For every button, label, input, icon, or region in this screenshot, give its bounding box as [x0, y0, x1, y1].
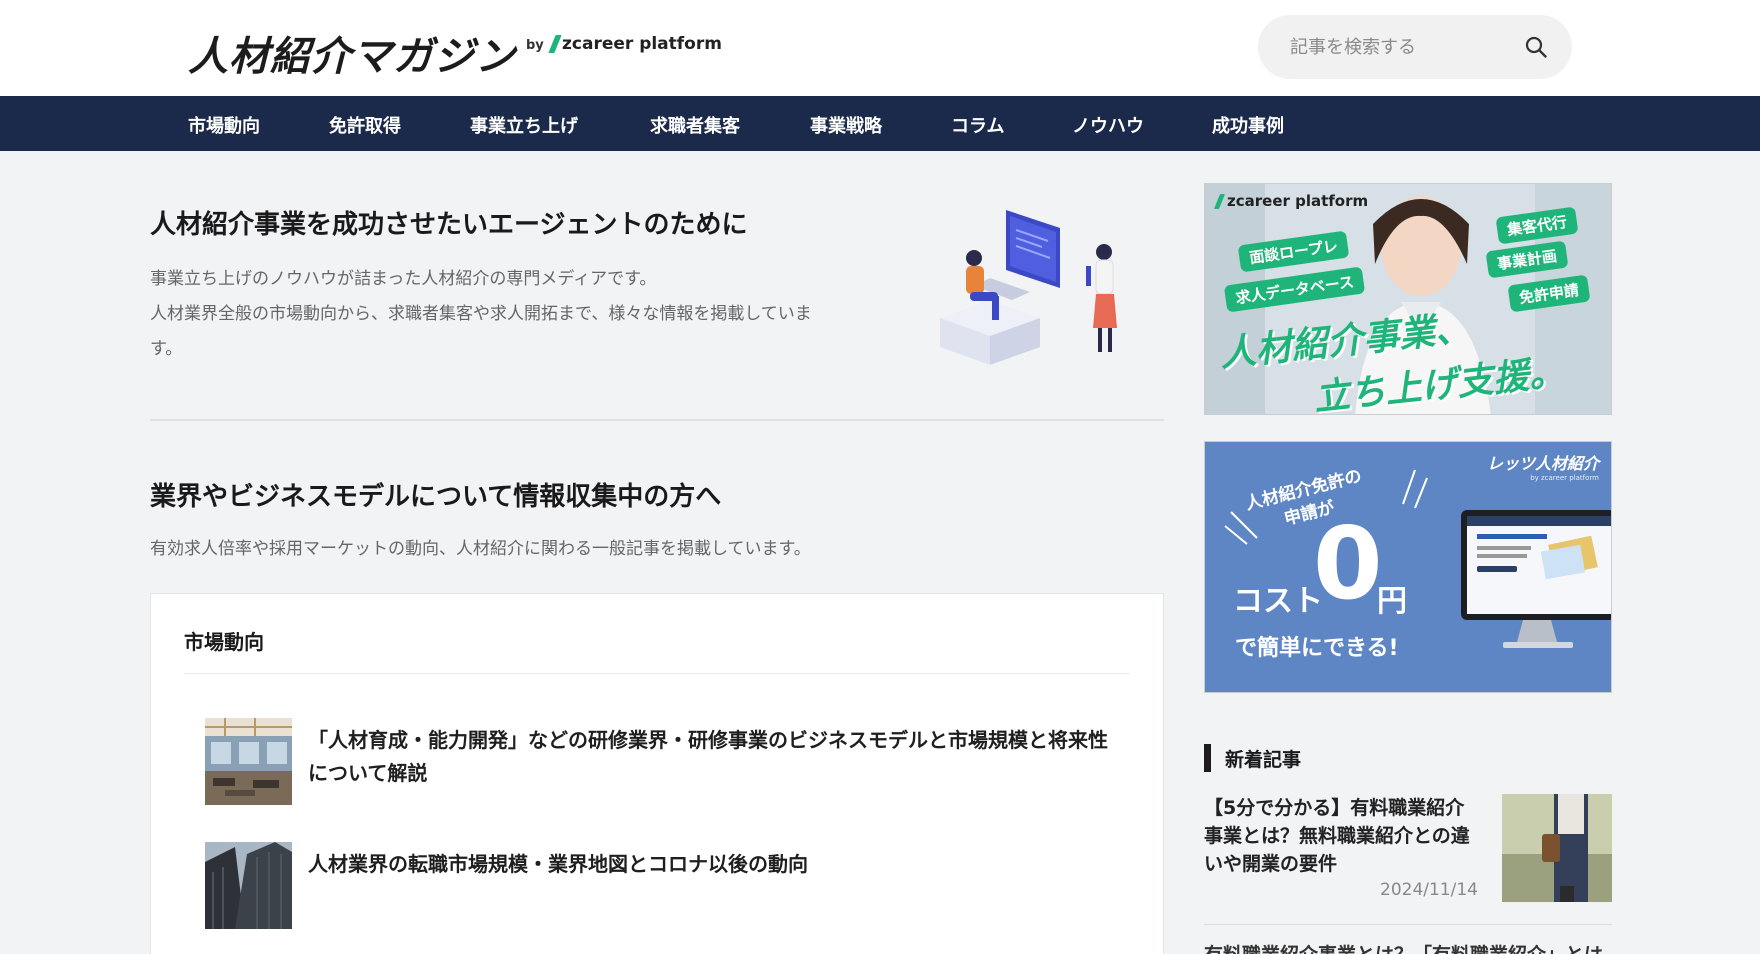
- card-divider: [184, 673, 1130, 674]
- section-description: 有効求人倍率や採用マーケットの動向、人材紹介に関わる一般記事を掲載しています。: [150, 539, 811, 559]
- slash-icon: [548, 35, 562, 53]
- hero-desc-line: す。: [150, 339, 183, 359]
- banner2-brand-text: レッツ人材紹介: [1486, 454, 1599, 473]
- new-articles-title: 新着記事: [1225, 748, 1302, 771]
- article-thumbnail: [205, 842, 292, 929]
- launch-support-banner[interactable]: zcareer platform 面談ロープレ 求人データベース 集客代行 事業…: [1204, 183, 1612, 415]
- article-title[interactable]: 「人材育成・能力開発」などの研修業界・研修事業のビジネスモデルと市場規模と将来性…: [308, 724, 1118, 790]
- heading-bar: [1204, 744, 1211, 772]
- monitor-icon: [1461, 510, 1611, 648]
- new-article-thumbnail: [1502, 794, 1612, 902]
- nav-item-success[interactable]: 成功事例: [1212, 112, 1284, 138]
- hero-description: 事業立ち上げのノウハウが詰まった人材紹介の専門メディアです。 人材業界全般の市場…: [150, 262, 890, 367]
- hero-title: 人材紹介事業を成功させたいエージェントのために: [150, 210, 748, 240]
- nav-item-market[interactable]: 市場動向: [188, 112, 260, 138]
- nav-item-column[interactable]: コラム: [951, 112, 1004, 138]
- banner2-cost: コスト: [1233, 584, 1323, 619]
- nav-item-recruiting[interactable]: 求職者集客: [650, 112, 740, 138]
- site-logo[interactable]: 人材紹介マガジン: [188, 24, 516, 82]
- by-label: by: [526, 38, 544, 53]
- banner-brand-text: zcareer platform: [1227, 192, 1369, 210]
- platform-name: zcareer platform: [562, 34, 722, 54]
- banner2-yen: 円: [1377, 584, 1407, 619]
- article-item[interactable]: 人材業界の転職市場規模・業界地図とコロナ以後の動向: [205, 842, 1105, 932]
- banner2-zero: 0: [1313, 505, 1383, 622]
- banner2-tagline: で簡単にできる!: [1235, 636, 1399, 661]
- nav-item-license[interactable]: 免許取得: [329, 112, 401, 138]
- new-articles-heading: 新着記事: [1204, 744, 1301, 772]
- nav-item-knowhow[interactable]: ノウハウ: [1072, 112, 1144, 138]
- nav-item-launch[interactable]: 事業立ち上げ: [470, 112, 578, 138]
- new-article-date: 2024/11/14: [1380, 880, 1478, 900]
- sparkle-lines-icon: [1402, 469, 1428, 509]
- license-application-banner[interactable]: レッツ人材紹介 by zcareer platform 人材紹介免許の 申請が …: [1204, 441, 1612, 693]
- new-article-title[interactable]: 【5分で分かる】有料職業紹介事業とは？無料職業紹介との違いや開業の要件: [1204, 794, 1474, 878]
- banner-brand: zcareer platform: [1213, 192, 1369, 210]
- hero-illustration: [940, 210, 1117, 365]
- banner2-brand-sub: by zcareer platform: [1530, 474, 1599, 482]
- section-divider: [150, 419, 1164, 421]
- nav-item-strategy[interactable]: 事業戦略: [810, 112, 882, 138]
- sidebar-divider: [1204, 924, 1612, 925]
- search-box[interactable]: [1258, 15, 1572, 79]
- article-item[interactable]: 「人材育成・能力開発」などの研修業界・研修事業のビジネスモデルと市場規模と将来性…: [205, 718, 1108, 808]
- market-trends-card: 市場動向 「人材育成・能力開発」などの研修業界・研修事業のビジネスモデルと市場規…: [150, 593, 1164, 954]
- article-thumbnail: [205, 718, 292, 805]
- banner2-brand: レッツ人材紹介 by zcareer platform: [1487, 450, 1599, 482]
- search-icon[interactable]: [1524, 35, 1548, 59]
- sparkle-lines-icon: [1224, 511, 1258, 545]
- new-article-item[interactable]: 【5分で分かる】有料職業紹介事業とは？無料職業紹介との違いや開業の要件 2024…: [1204, 794, 1612, 904]
- hero-desc-line: 人材業界全般の市場動向から、求職者集客や求人開拓まで、様々な情報を掲載していま: [150, 304, 812, 324]
- site-header: 人材紹介マガジン by zcareer platform: [0, 0, 1760, 96]
- section-title: 業界やビジネスモデルについて情報収集中の方へ: [150, 482, 722, 512]
- article-title[interactable]: 人材業界の転職市場規模・業界地図とコロナ以後の動向: [308, 848, 1118, 881]
- hero-desc-line: 事業立ち上げのノウハウが詰まった人材紹介の専門メディアです。: [150, 269, 657, 289]
- card-title: 市場動向: [184, 630, 264, 654]
- next-article-title[interactable]: 有料職業紹介事業とは？「有料職業紹介」とは: [1204, 940, 1603, 954]
- platform-logo[interactable]: zcareer platform: [548, 34, 722, 54]
- search-input[interactable]: [1290, 36, 1510, 58]
- main-nav: 市場動向 免許取得 事業立ち上げ 求職者集客 事業戦略 コラム ノウハウ 成功事…: [0, 96, 1760, 151]
